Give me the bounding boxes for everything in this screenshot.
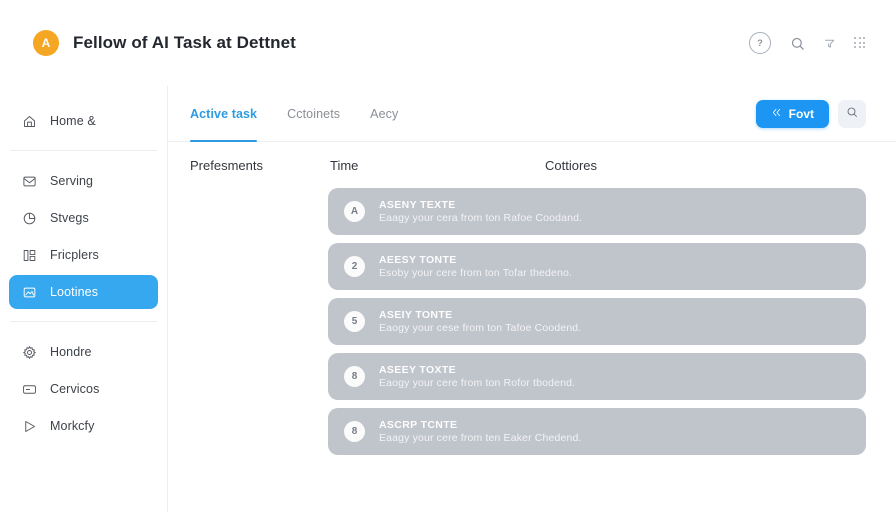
tab-bar: Active task Cctoinets Aecy Fovt [168, 86, 896, 142]
gear-icon [21, 344, 37, 360]
task-badge: 8 [344, 421, 365, 442]
main-content: Active task Cctoinets Aecy Fovt Prefesme… [168, 86, 896, 512]
task-title: AEESY TONTE [379, 254, 457, 266]
sidebar-item-stvegs[interactable]: Stvegs [9, 201, 158, 235]
tab-cctoinets[interactable]: Cctoinets [287, 86, 340, 141]
sidebar-item-cervicos[interactable]: Cervicos [9, 372, 158, 406]
task-row[interactable]: 2 AEESY TONTE Esoby your cere from ton T… [328, 243, 866, 290]
task-title: ASENY TEXTE [379, 199, 456, 211]
sidebar-divider-top [10, 150, 157, 151]
task-badge: 8 [344, 366, 365, 387]
primary-action-label: Fovt [788, 106, 814, 121]
task-subtitle: Eaagy your cere from ten Eaker Chedend. [379, 432, 582, 444]
sidebar-group-main: Serving Stvegs Fricplers Lootines [0, 164, 167, 309]
help-icon[interactable]: ? [749, 32, 771, 54]
task-title: ASEIY TONTE [379, 309, 453, 321]
sidebar-group-secondary: Hondre Cervicos Morkcfy [0, 335, 167, 443]
column-headers: Prefesments Time Cottiores [168, 142, 896, 188]
pie-chart-icon [21, 210, 37, 226]
task-subtitle: Esoby your cere from ton Tofar thedeno. [379, 267, 573, 279]
sidebar: Home & Serving Stvegs Fricplers Lootines… [0, 86, 168, 512]
tab-actions: Fovt [755, 99, 866, 128]
brand: A Fellow of AI Task at Dettnet [33, 30, 296, 56]
sidebar-item-home[interactable]: Home & [9, 104, 158, 138]
tabs: Active task Cctoinets Aecy [190, 86, 398, 142]
home-icon [21, 113, 37, 129]
sidebar-group-primary: Home & [0, 104, 167, 138]
task-subtitle: Eaagy your cera from ton Rafoe Coodand. [379, 212, 583, 224]
sidebar-item-label: Home & [50, 114, 96, 128]
sidebar-item-lootines[interactable]: Lootines [9, 275, 158, 309]
card-icon [21, 381, 37, 397]
task-text: ASCRP TCNTE Eaagy your cere from ten Eak… [379, 419, 582, 444]
sidebar-item-fricplers[interactable]: Fricplers [9, 238, 158, 272]
task-text: ASEIY TONTE Eaogy your cese from ton Taf… [379, 309, 581, 334]
sidebar-item-label: Cervicos [50, 382, 100, 396]
sidebar-item-label: Stvegs [50, 211, 89, 225]
tab-aecy[interactable]: Aecy [370, 86, 398, 141]
filter-icon[interactable] [824, 38, 835, 49]
sidebar-item-label: Serving [50, 174, 94, 188]
sidebar-item-morkcfy[interactable]: Morkcfy [9, 409, 158, 443]
sidebar-item-serving[interactable]: Serving [9, 164, 158, 198]
column-header-prefesments: Prefesments [190, 157, 263, 173]
task-text: AEESY TONTE Esoby your cere from ton Tof… [379, 254, 572, 279]
sidebar-item-hondre[interactable]: Hondre [9, 335, 158, 369]
task-badge: 5 [344, 311, 365, 332]
page-title: Fellow of AI Task at Dettnet [73, 33, 296, 52]
play-icon [21, 418, 37, 434]
sidebar-item-label: Hondre [50, 345, 92, 359]
task-row[interactable]: A ASENY TEXTE Eaagy your cera from ton R… [328, 188, 866, 235]
sidebar-item-label: Lootines [50, 285, 99, 299]
avatar: A [33, 30, 59, 56]
search-icon[interactable] [790, 36, 805, 51]
image-icon [21, 284, 37, 300]
apps-grid-icon[interactable] [854, 37, 866, 49]
sidebar-item-label: Morkcfy [50, 419, 95, 433]
app-header: A Fellow of AI Task at Dettnet ? [0, 0, 896, 86]
chevrons-left-icon [771, 107, 782, 121]
search-icon [846, 106, 858, 121]
task-title: ASEEY TOXTE [379, 364, 456, 376]
task-subtitle: Eaogy your cese from ton Tafoe Coodend. [379, 322, 582, 334]
app-window: A Fellow of AI Task at Dettnet ? Home & … [0, 0, 896, 512]
task-row[interactable]: 8 ASCRP TCNTE Eaagy your cere from ten E… [328, 408, 866, 455]
grid-icon [21, 247, 37, 263]
task-text: ASEEY TOXTE Eaogy your cere from ton Rof… [379, 364, 575, 389]
sidebar-divider-bottom [10, 321, 157, 322]
task-subtitle: Eaogy your cere from ton Rofor tbodend. [379, 377, 576, 389]
primary-action-button[interactable]: Fovt [755, 99, 829, 128]
task-list: A ASENY TEXTE Eaagy your cera from ton R… [168, 188, 896, 455]
column-header-time: Time [330, 157, 359, 173]
mail-icon [21, 173, 37, 189]
search-button[interactable] [838, 99, 866, 128]
header-actions: ? [749, 32, 866, 54]
tab-active-task[interactable]: Active task [190, 86, 258, 142]
task-badge: A [344, 201, 365, 222]
task-row[interactable]: 5 ASEIY TONTE Eaogy your cese from ton T… [328, 298, 866, 345]
sidebar-item-label: Fricplers [50, 248, 99, 262]
task-badge: 2 [344, 256, 365, 277]
task-text: ASENY TEXTE Eaagy your cera from ton Raf… [379, 199, 582, 224]
column-header-cottiores: Cottiores [545, 157, 598, 173]
task-row[interactable]: 8 ASEEY TOXTE Eaogy your cere from ton R… [328, 353, 866, 400]
task-title: ASCRP TCNTE [379, 419, 458, 431]
